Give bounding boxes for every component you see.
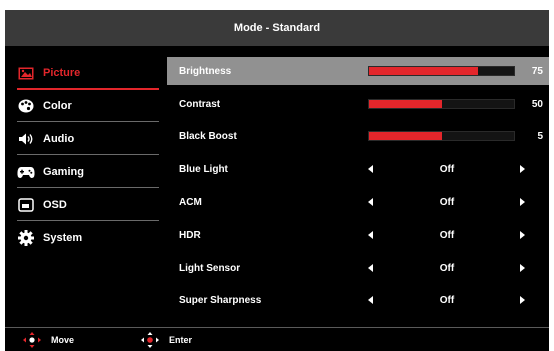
- acm-row[interactable]: ACM Off: [167, 188, 549, 216]
- light-sensor-value: Off: [439, 262, 455, 274]
- sidebar-item-system[interactable]: System: [17, 222, 159, 254]
- acm-left-arrow-icon[interactable]: [368, 198, 373, 206]
- blue-light-right-arrow-icon[interactable]: [520, 165, 525, 173]
- acm-value: Off: [439, 196, 455, 208]
- picture-icon: [17, 65, 35, 81]
- sidebar-separator: [17, 154, 159, 155]
- move-hint: Move: [23, 332, 74, 348]
- gamepad-icon: [17, 164, 35, 180]
- super-sharpness-right-arrow-icon[interactable]: [520, 296, 525, 304]
- hdr-value: Off: [439, 229, 455, 241]
- blue-light-left-arrow-icon[interactable]: [368, 165, 373, 173]
- contrast-slider[interactable]: [368, 99, 515, 109]
- brightness-slider[interactable]: [368, 66, 515, 76]
- black-boost-row[interactable]: Black Boost 5: [167, 122, 549, 150]
- black-boost-slider-fill: [369, 132, 442, 140]
- contrast-value: 50: [531, 98, 543, 110]
- sidebar-separator: [17, 220, 159, 221]
- black-boost-label: Black Boost: [179, 130, 237, 142]
- black-boost-slider[interactable]: [368, 131, 515, 141]
- hdr-label: HDR: [179, 229, 201, 241]
- brightness-row[interactable]: Brightness 75: [167, 57, 549, 85]
- blue-light-value: Off: [439, 163, 455, 175]
- brightness-label: Brightness: [179, 65, 232, 77]
- super-sharpness-left-arrow-icon[interactable]: [368, 296, 373, 304]
- hdr-left-arrow-icon[interactable]: [368, 231, 373, 239]
- contrast-slider-fill: [369, 100, 442, 108]
- osd-screen-icon: [17, 197, 35, 213]
- super-sharpness-value: Off: [439, 294, 455, 306]
- picture-settings-panel: Brightness 75 Contrast 50 Black Boost 5 …: [167, 57, 549, 322]
- gear-icon: [17, 230, 35, 246]
- mode-title: Mode - Standard: [233, 22, 321, 34]
- palette-icon: [17, 98, 35, 114]
- brightness-value: 75: [531, 65, 543, 77]
- brightness-slider-fill: [369, 67, 478, 75]
- black-boost-value: 5: [537, 130, 543, 142]
- acm-label: ACM: [179, 196, 202, 208]
- sidebar-separator: [17, 121, 159, 122]
- hdr-row[interactable]: HDR Off: [167, 221, 549, 249]
- sidebar: Picture Color Audio Gaming OSD System: [5, 57, 165, 287]
- dpad-enter-icon: [141, 332, 159, 348]
- light-sensor-left-arrow-icon[interactable]: [368, 264, 373, 272]
- mode-title-bar: Mode - Standard: [5, 10, 549, 46]
- contrast-label: Contrast: [179, 98, 221, 110]
- blue-light-label: Blue Light: [179, 163, 228, 175]
- blue-light-row[interactable]: Blue Light Off: [167, 155, 549, 183]
- light-sensor-label: Light Sensor: [179, 262, 241, 274]
- osd-menu: Mode - Standard Picture Color Audio Gami…: [5, 10, 549, 351]
- light-sensor-right-arrow-icon[interactable]: [520, 264, 525, 272]
- sidebar-item-picture[interactable]: Picture: [17, 57, 159, 89]
- footer-divider: [5, 327, 549, 328]
- light-sensor-row[interactable]: Light Sensor Off: [167, 254, 549, 282]
- super-sharpness-row[interactable]: Super Sharpness Off: [167, 286, 549, 314]
- sidebar-item-audio[interactable]: Audio: [17, 123, 159, 155]
- hdr-right-arrow-icon[interactable]: [520, 231, 525, 239]
- sidebar-item-osd[interactable]: OSD: [17, 189, 159, 221]
- enter-hint: Enter: [141, 332, 192, 348]
- dpad-move-icon: [23, 332, 41, 348]
- sidebar-item-color[interactable]: Color: [17, 90, 159, 122]
- acm-right-arrow-icon[interactable]: [520, 198, 525, 206]
- super-sharpness-label: Super Sharpness: [179, 294, 262, 306]
- contrast-row[interactable]: Contrast 50: [167, 90, 549, 118]
- sidebar-item-gaming[interactable]: Gaming: [17, 156, 159, 188]
- footer-hints: Move Enter: [5, 327, 549, 351]
- sidebar-separator: [17, 187, 159, 188]
- speaker-icon: [17, 131, 35, 147]
